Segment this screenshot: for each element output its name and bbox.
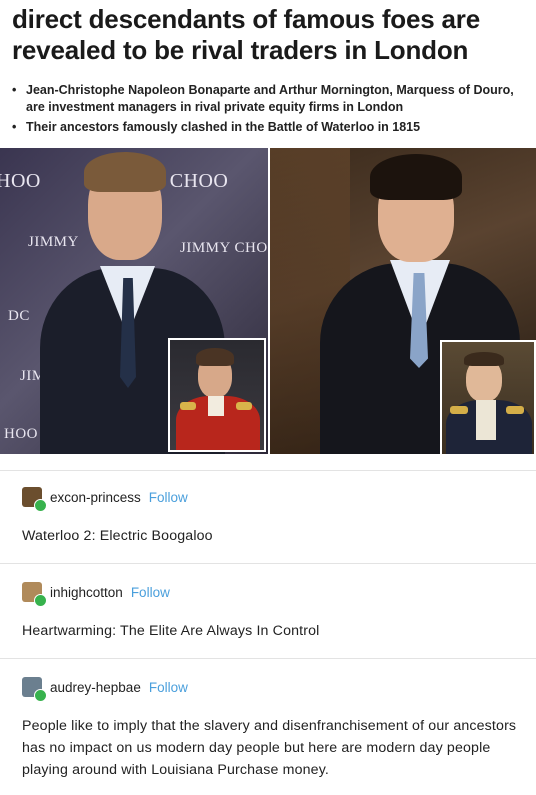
bullet-text: Their ancestors famously clashed in the …: [26, 120, 421, 134]
status-badge-icon: [34, 499, 47, 512]
photo-wellington-descendant: [270, 148, 536, 454]
reblog-post: excon-princess Follow Waterloo 2: Electr…: [0, 471, 536, 563]
bullet-item: • Jean-Christophe Napoleon Bonaparte and …: [12, 83, 514, 114]
username-link[interactable]: inhighcotton: [50, 585, 123, 600]
photo-collage: HOO Y CHOO JIMMY JIMMY CHO DC JIM HOO: [0, 148, 536, 454]
bullet-item: • Their ancestors famously clashed in the…: [12, 120, 421, 134]
post-author: inhighcotton Follow: [22, 582, 170, 607]
avatar[interactable]: [22, 677, 47, 702]
bullet-text: Jean-Christophe Napoleon Bonaparte and A…: [26, 83, 514, 114]
avatar[interactable]: [22, 487, 47, 512]
portrait-napoleon: [440, 340, 536, 454]
post-author: excon-princess Follow: [22, 487, 188, 512]
news-article: direct descendants of famous foes are re…: [0, 0, 536, 470]
portrait-wellington: [168, 338, 266, 452]
username-link[interactable]: excon-princess: [50, 490, 141, 505]
post-author: audrey-hepbae Follow: [22, 677, 188, 702]
backdrop-text: DC: [8, 308, 30, 324]
post-text: Waterloo 2: Electric Boogaloo: [22, 528, 213, 544]
follow-button[interactable]: Follow: [149, 680, 188, 695]
avatar[interactable]: [22, 582, 47, 607]
backdrop-text: HOO: [0, 170, 41, 192]
bullet-list: • Jean-Christophe Napoleon Bonaparte and …: [10, 82, 530, 139]
follow-button[interactable]: Follow: [131, 585, 170, 600]
status-badge-icon: [34, 594, 47, 607]
reblog-post: inhighcotton Follow Heartwarming: The El…: [0, 564, 536, 658]
photo-bonaparte-descendant: HOO Y CHOO JIMMY JIMMY CHO DC JIM HOO: [0, 148, 268, 454]
follow-button[interactable]: Follow: [149, 490, 188, 505]
backdrop-text: HOO: [4, 426, 38, 442]
reblog-post: audrey-hepbae Follow People like to impl…: [0, 659, 536, 795]
username-link[interactable]: audrey-hepbae: [50, 680, 141, 695]
status-badge-icon: [34, 689, 47, 702]
post-text: Heartwarming: The Elite Are Always In Co…: [22, 623, 320, 639]
post-text: People like to imply that the slavery an…: [22, 718, 517, 778]
headline: direct descendants of famous foes are re…: [12, 4, 480, 65]
